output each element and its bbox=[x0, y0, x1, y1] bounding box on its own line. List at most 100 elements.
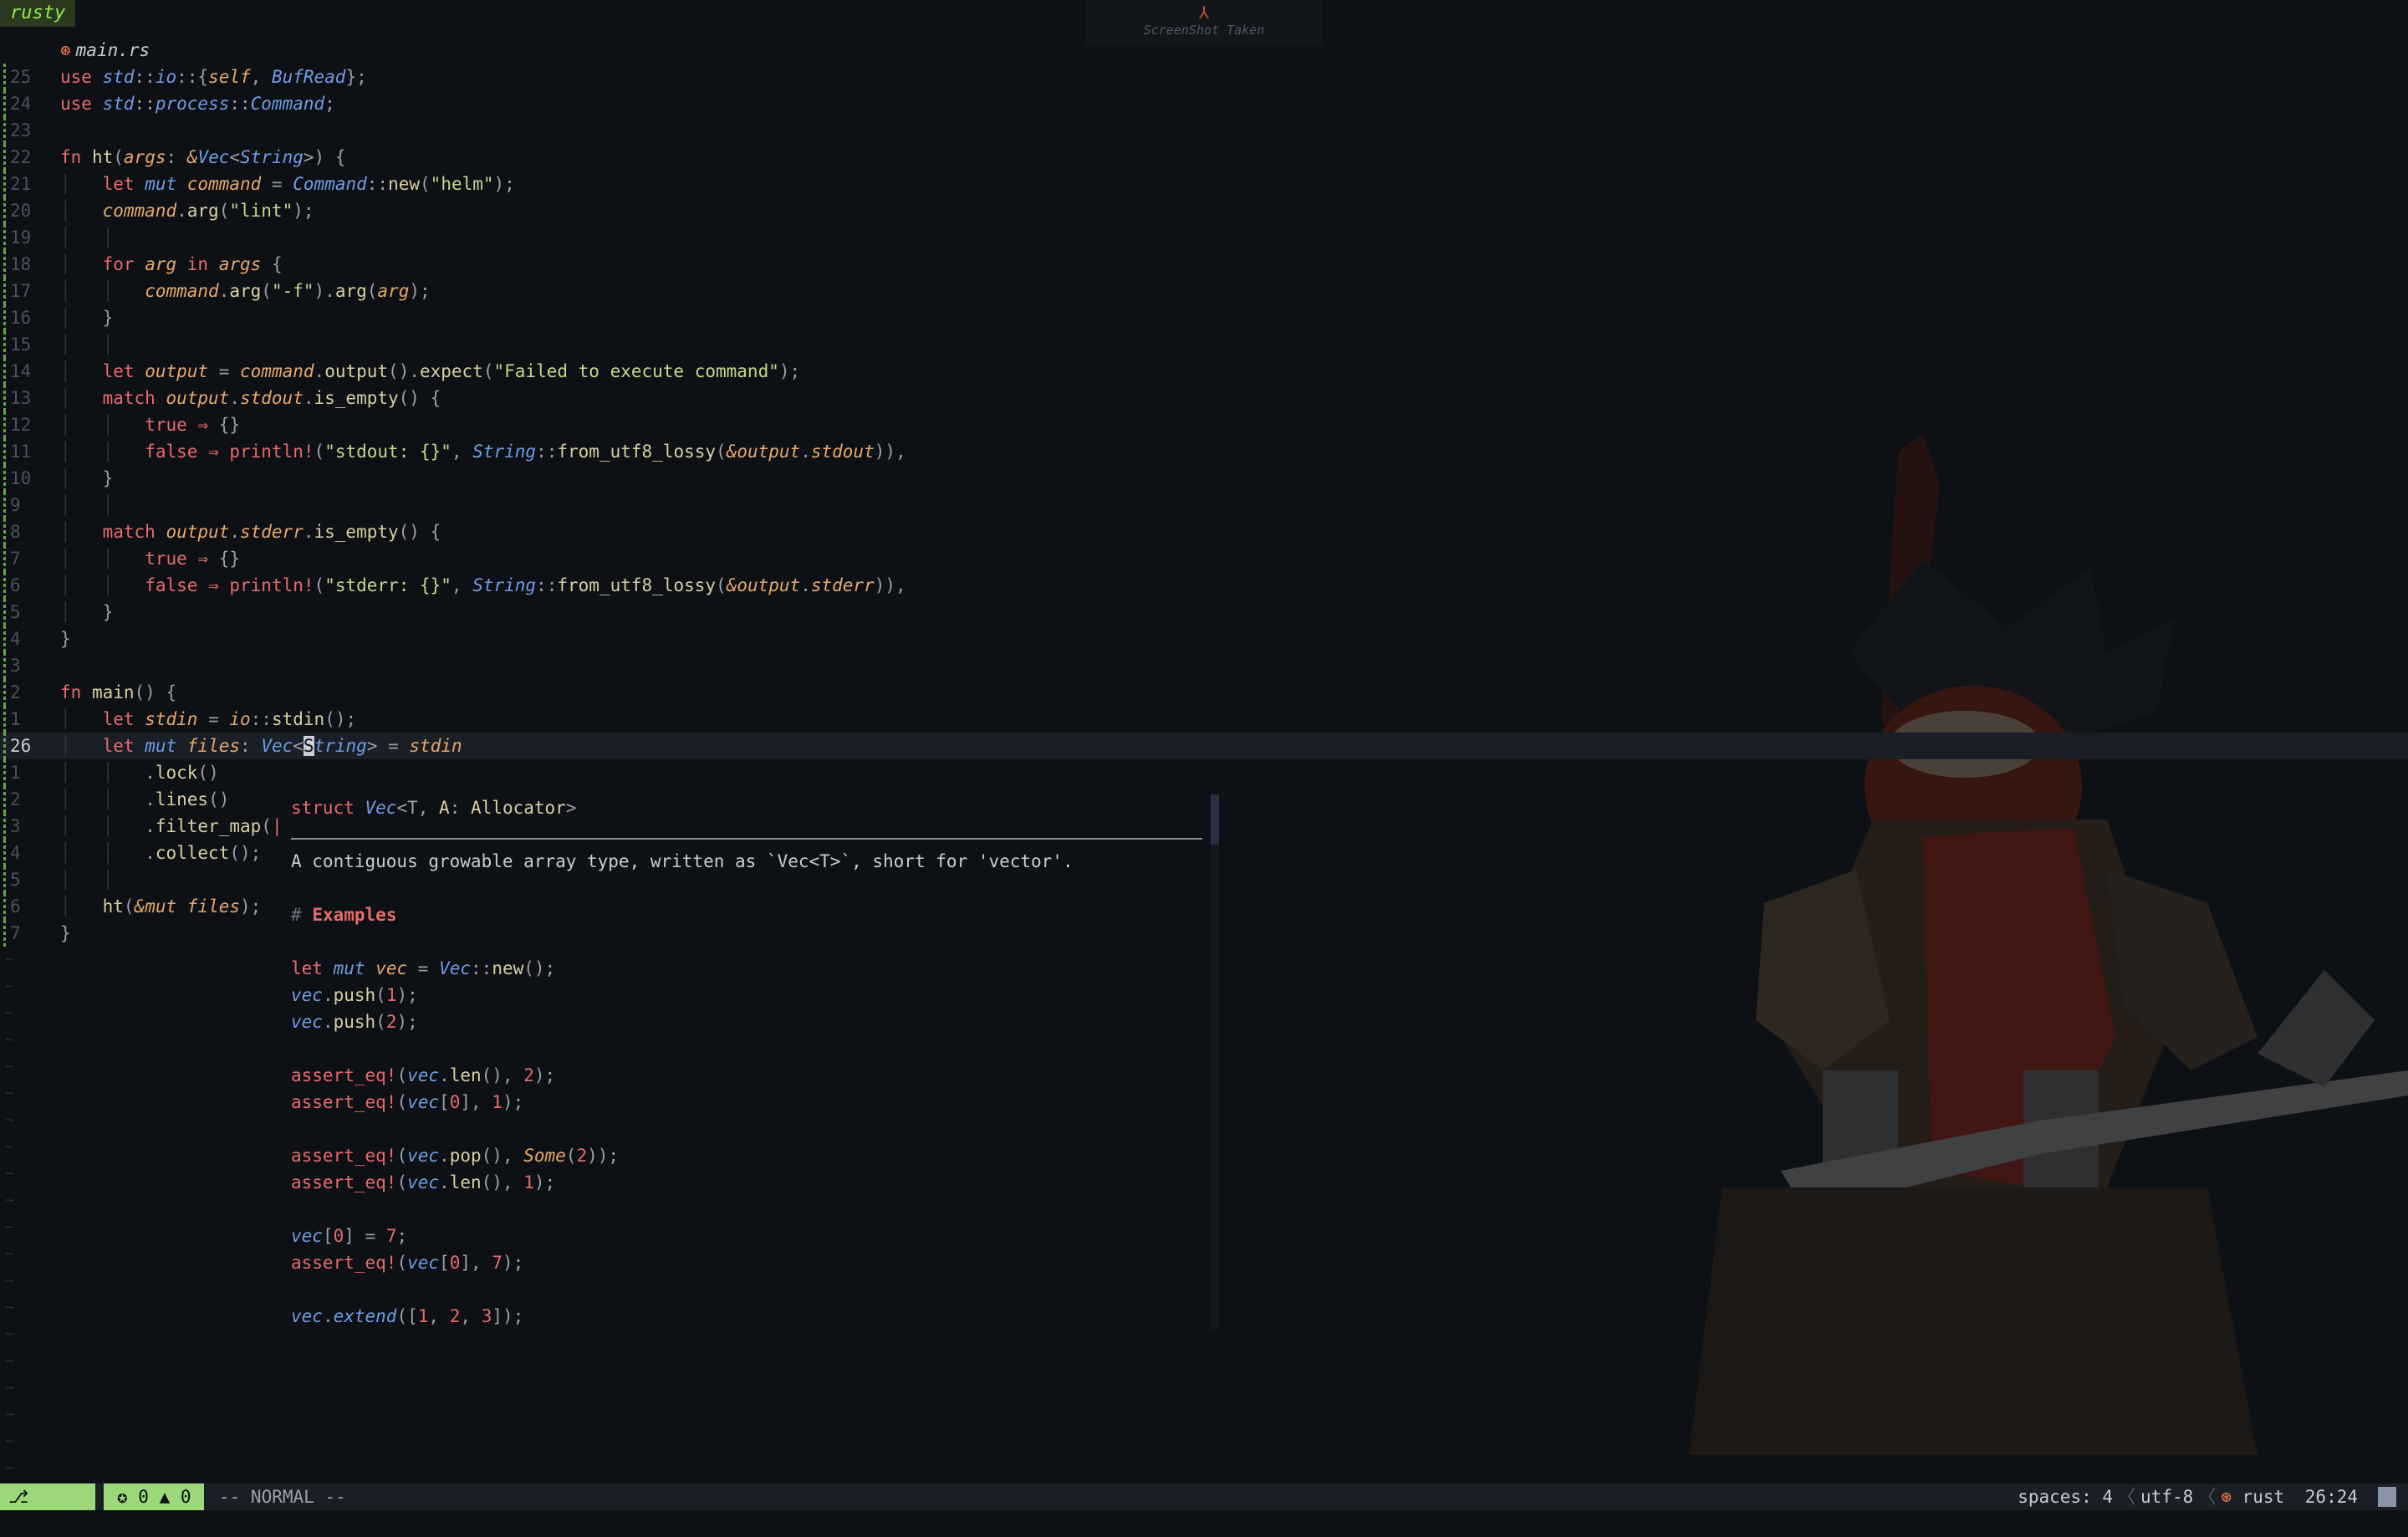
git-added-marker bbox=[3, 706, 6, 733]
code-line[interactable]: 9 │ │ bbox=[0, 492, 2408, 518]
code-text[interactable]: │ match output.stdout.is_empty() { bbox=[60, 385, 441, 411]
code-text[interactable]: │ │ true ⇒ {} bbox=[60, 545, 240, 572]
diagnostics-summary[interactable]: ✪ 0 ▲ 0 bbox=[104, 1483, 204, 1510]
popup-scrollbar[interactable] bbox=[1211, 794, 1219, 1330]
line-number: 8 bbox=[10, 522, 21, 542]
tab-bar: rusty ⅄ ScreenShot Taken bbox=[0, 0, 2408, 47]
code-line[interactable]: 8 │ match output.stderr.is_empty() { bbox=[0, 518, 2408, 545]
code-line[interactable]: 14 │ let output = command.output().expect… bbox=[0, 358, 2408, 385]
code-line[interactable]: 20 │ command.arg("lint"); bbox=[0, 197, 2408, 224]
code-line[interactable]: 3 bbox=[0, 652, 2408, 679]
line-number: 10 bbox=[10, 468, 32, 488]
code-text[interactable]: │ │ command.arg("-f").arg(arg); bbox=[60, 278, 431, 304]
code-line[interactable]: 5 │ } bbox=[0, 599, 2408, 626]
code-line[interactable]: 2 fn main() { bbox=[0, 679, 2408, 706]
encoding[interactable]: utf-8 bbox=[2140, 1487, 2193, 1507]
code-text[interactable]: │ } bbox=[60, 599, 113, 626]
code-line[interactable]: 1 │ │ .lock() bbox=[0, 759, 2408, 786]
code-line[interactable]: 10 │ } bbox=[0, 465, 2408, 492]
git-added-marker bbox=[3, 251, 6, 278]
line-number: 6 bbox=[10, 896, 21, 917]
code-text[interactable]: use std::process::Command; bbox=[60, 90, 335, 117]
code-text[interactable]: │ │ false ⇒ println!("stdout: {}", Strin… bbox=[60, 438, 906, 465]
line-number: 17 bbox=[10, 281, 32, 301]
branch-icon: ⎇ bbox=[8, 1487, 29, 1507]
code-line[interactable]: 12 │ │ true ⇒ {} bbox=[0, 411, 2408, 438]
git-added-marker bbox=[3, 385, 6, 411]
git-added-marker bbox=[3, 117, 6, 144]
code-text[interactable]: │ │ false ⇒ println!("stderr: {}", Strin… bbox=[60, 572, 906, 599]
popup-scrollbar-thumb[interactable] bbox=[1211, 794, 1219, 845]
line-number: 2 bbox=[10, 682, 21, 702]
filename: main.rs bbox=[75, 40, 150, 60]
line-number: 23 bbox=[10, 120, 32, 140]
code-text[interactable]: │ ht(&mut files); bbox=[60, 893, 261, 920]
code-line[interactable]: 4} bbox=[0, 626, 2408, 652]
code-text[interactable]: │ let stdin = io::stdin(); bbox=[60, 706, 356, 733]
git-added-marker bbox=[3, 438, 6, 465]
code-line[interactable]: 25 use std::io::{self, BufRead}; bbox=[0, 64, 2408, 90]
code-text[interactable]: │ │ bbox=[60, 866, 113, 893]
code-text[interactable]: │ │ bbox=[60, 331, 113, 358]
code-line[interactable]: 17 │ │ command.arg("-f").arg(arg); bbox=[0, 278, 2408, 304]
code-line[interactable]: 13 │ match output.stdout.is_empty() { bbox=[0, 385, 2408, 411]
code-line[interactable]: 16 │ } bbox=[0, 304, 2408, 331]
code-text[interactable]: use std::io::{self, BufRead}; bbox=[60, 64, 367, 90]
code-line[interactable]: 11 │ │ false ⇒ println!("stdout: {}", Str… bbox=[0, 438, 2408, 465]
code-line[interactable]: 22 fn ht(args: &Vec<String>) { bbox=[0, 144, 2408, 171]
indent-setting[interactable]: spaces: 4 bbox=[2018, 1487, 2113, 1507]
git-added-marker bbox=[3, 492, 6, 518]
code-text[interactable]: │ │ .collect(); bbox=[60, 840, 261, 866]
status-line: ⎇ master ✪ 0 ▲ 0 -- NORMAL -- spaces: 4 〈… bbox=[0, 1483, 2408, 1534]
line-number: 14 bbox=[10, 361, 32, 381]
git-added-marker bbox=[3, 304, 6, 331]
code-text[interactable]: │ │ .filter_map(| bbox=[60, 813, 283, 840]
code-text[interactable]: │ match output.stderr.is_empty() { bbox=[60, 518, 441, 545]
filetype[interactable]: rust bbox=[2242, 1487, 2285, 1507]
code-line[interactable]: 18 │ for arg in args { bbox=[0, 251, 2408, 278]
code-line[interactable]: 15 │ │ bbox=[0, 331, 2408, 358]
git-added-marker bbox=[3, 866, 6, 893]
code-text[interactable]: fn ht(args: &Vec<String>) { bbox=[60, 144, 346, 171]
line-number: 26 bbox=[10, 736, 32, 756]
code-line[interactable]: 19 │ │ bbox=[0, 224, 2408, 251]
rust-file-icon: ⊛ bbox=[60, 40, 71, 60]
code-text[interactable]: } bbox=[60, 920, 71, 947]
code-text[interactable]: } bbox=[60, 626, 71, 652]
code-text[interactable]: │ │ .lock() bbox=[60, 759, 219, 786]
code-line[interactable]: 21 │ let mut command = Command::new("helm… bbox=[0, 171, 2408, 197]
hover-documentation-popup[interactable]: struct Vec<T, A: Allocator> A contiguous… bbox=[283, 794, 1219, 1331]
git-added-marker bbox=[3, 331, 6, 358]
code-line[interactable]: 7 │ │ true ⇒ {} bbox=[0, 545, 2408, 572]
code-line[interactable]: 24 use std::process::Command; bbox=[0, 90, 2408, 117]
code-line[interactable]: 23 bbox=[0, 117, 2408, 144]
line-number: 12 bbox=[10, 415, 32, 435]
line-number: 6 bbox=[10, 575, 21, 595]
tab-rusty[interactable]: rusty bbox=[0, 0, 76, 27]
code-text[interactable]: │ │ bbox=[60, 224, 113, 251]
git-added-marker bbox=[3, 786, 6, 813]
example-code-line: vec.push(1); bbox=[291, 985, 418, 1005]
git-added-marker bbox=[3, 197, 6, 224]
code-text[interactable]: fn main() { bbox=[60, 679, 176, 706]
code-text[interactable]: │ let mut command = Command::new("helm")… bbox=[60, 171, 515, 197]
current-line[interactable]: 26 │ let mut files: Vec<String> = stdin bbox=[0, 733, 2408, 759]
code-line[interactable]: 1 │ let stdin = io::stdin(); bbox=[0, 706, 2408, 733]
git-added-marker bbox=[3, 64, 6, 90]
line-number: 15 bbox=[10, 334, 32, 355]
code-text[interactable]: │ } bbox=[60, 465, 113, 492]
git-branch[interactable]: ⎇ master bbox=[0, 1483, 95, 1534]
code-line[interactable]: 6 │ │ false ⇒ println!("stderr: {}", Stri… bbox=[0, 572, 2408, 599]
editor-pane[interactable]: ⊛ main.rs 25 use std::io::{self, BufRead};… bbox=[0, 37, 2408, 1483]
code-text[interactable]: │ } bbox=[60, 304, 113, 331]
code-text[interactable]: │ │ .lines() bbox=[60, 786, 229, 813]
code-text[interactable]: │ for arg in args { bbox=[60, 251, 283, 278]
line-number: 1 bbox=[10, 763, 21, 783]
code-text[interactable]: │ command.arg("lint"); bbox=[60, 197, 314, 224]
code-text[interactable]: │ │ true ⇒ {} bbox=[60, 411, 240, 438]
terminal-window: rusty ⅄ ScreenShot Taken ⊛ main.rs 25 use … bbox=[0, 0, 2408, 1534]
code-text[interactable]: │ let output = command.output().expect("… bbox=[60, 358, 800, 385]
notification-text: ScreenShot Taken bbox=[1143, 23, 1265, 38]
code-text[interactable]: │ │ bbox=[60, 492, 113, 518]
code-text[interactable]: │ let mut files: Vec<String> = stdin bbox=[60, 733, 462, 759]
